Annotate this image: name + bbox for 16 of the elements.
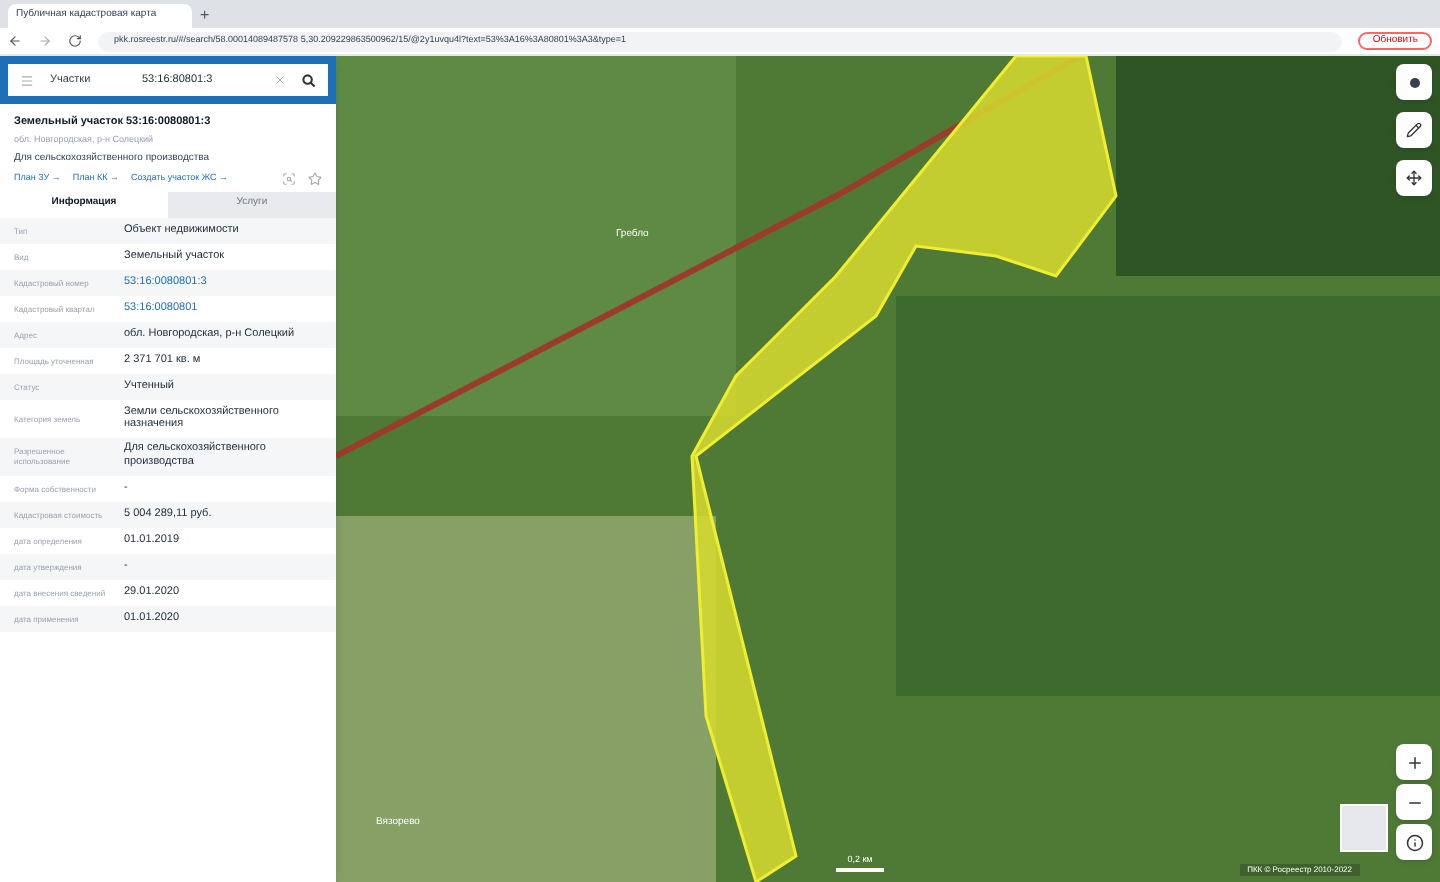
back-icon[interactable] xyxy=(8,34,22,48)
zoom-in-button[interactable] xyxy=(1396,744,1432,780)
info-button[interactable] xyxy=(1396,824,1432,860)
move-icon xyxy=(1406,170,1422,186)
new-tab-button[interactable]: + xyxy=(200,4,210,28)
info-icon xyxy=(1405,833,1423,851)
location-button[interactable] xyxy=(1396,64,1432,100)
star-icon[interactable] xyxy=(308,171,322,185)
search-icon[interactable] xyxy=(302,73,316,87)
move-button[interactable] xyxy=(1396,160,1432,196)
plus-icon xyxy=(1405,753,1423,771)
ruler-button[interactable] xyxy=(1396,112,1432,148)
pencil-icon xyxy=(1406,122,1422,138)
zoom-out-button[interactable] xyxy=(1396,784,1432,820)
reload-icon[interactable] xyxy=(68,34,82,48)
scale-bar xyxy=(836,868,884,872)
